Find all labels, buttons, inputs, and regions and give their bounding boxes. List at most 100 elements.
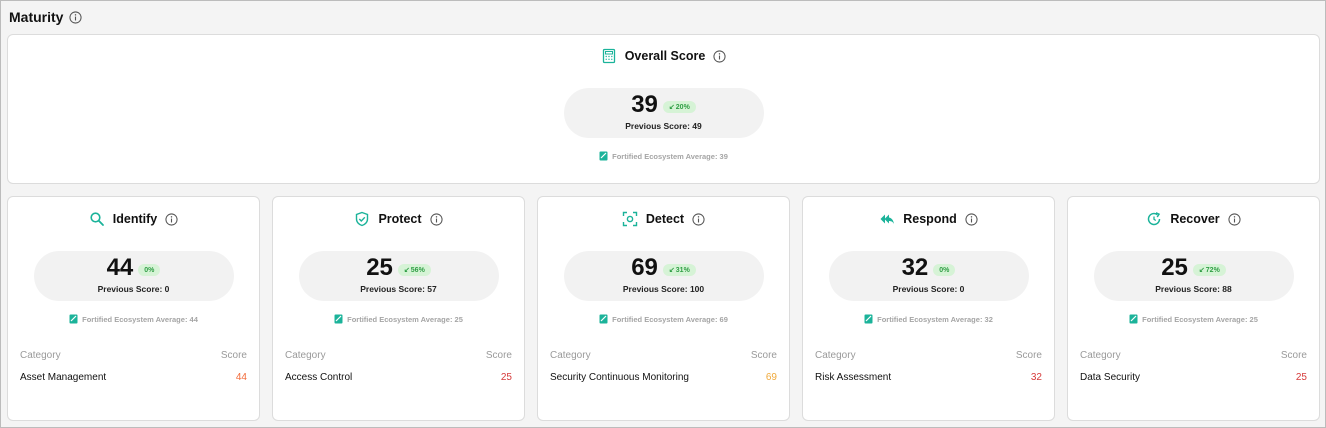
table-row[interactable]: Risk Assessment 32 <box>815 372 1042 383</box>
change-value: 72% <box>1205 266 1220 274</box>
search-icon <box>89 211 105 227</box>
change-value: 56% <box>410 266 425 274</box>
ecosystem-icon <box>1129 314 1138 324</box>
card-header: Identify <box>8 210 259 228</box>
ecosystem-average-label: Fortified Ecosystem Average: 39 <box>612 151 728 161</box>
category-column-header: Category <box>285 350 326 361</box>
shield-check-icon <box>354 211 370 227</box>
previous-score: Previous Score: 100 <box>622 284 705 294</box>
reply-all-icon <box>879 211 895 227</box>
table-header: Category Score <box>20 350 247 361</box>
change-badge: 0% <box>138 264 161 276</box>
arrow-down-left-icon: ↙ <box>1198 267 1205 274</box>
card-title: Respond <box>903 212 957 226</box>
category-name: Asset Management <box>20 372 107 383</box>
arrow-down-left-icon: ↙ <box>668 104 675 111</box>
ecosystem-average: Fortified Ecosystem Average: 25 <box>273 314 524 324</box>
category-score: 25 <box>1295 372 1307 383</box>
score-value: 69 <box>631 254 658 281</box>
change-badge: ↙ 20% <box>662 101 696 113</box>
card-title: Detect <box>645 212 685 226</box>
table-header: Category Score <box>1080 350 1307 361</box>
refresh-clock-icon <box>1146 211 1162 227</box>
previous-score: Previous Score: 57 <box>360 284 437 294</box>
category-name: Data Security <box>1080 372 1141 383</box>
overall-score-card: Overall Score 39 ↙ 20% Previous Score: 49… <box>7 34 1320 184</box>
table-row[interactable]: Access Control 25 <box>285 372 512 383</box>
score-column-header: Score <box>1280 350 1307 361</box>
info-icon[interactable] <box>692 212 705 226</box>
info-icon[interactable] <box>713 49 726 63</box>
card-header: Protect <box>273 210 524 228</box>
detect-card: Detect 69 ↙ 31% Previous Score: 100 Forti… <box>537 196 790 421</box>
score-value: 44 <box>106 254 134 281</box>
category-column-header: Category <box>815 350 856 361</box>
overall-score-pill: 39 ↙ 20% Previous Score: 49 <box>563 88 764 138</box>
ecosystem-average-label: Fortified Ecosystem Average: 32 <box>877 314 993 324</box>
category-score: 25 <box>500 372 512 383</box>
table-row[interactable]: Data Security 25 <box>1080 372 1307 383</box>
card-header: Detect <box>538 210 789 228</box>
ecosystem-average-label: Fortified Ecosystem Average: 69 <box>612 314 728 324</box>
ecosystem-icon <box>864 314 873 324</box>
category-score: 44 <box>235 372 247 383</box>
ecosystem-average: Fortified Ecosystem Average: 44 <box>8 314 259 324</box>
score-value: 32 <box>901 254 929 281</box>
maturity-panel: Maturity Overall Score 39 ↙ 20% Previous … <box>0 0 1326 428</box>
card-header: Recover <box>1068 210 1319 228</box>
table-row[interactable]: Asset Management 44 <box>20 372 247 383</box>
card-title: Recover <box>1170 212 1220 226</box>
score-column-header: Score <box>750 350 777 361</box>
change-value: 20% <box>675 103 690 111</box>
card-title: Protect <box>378 212 422 226</box>
previous-score: Previous Score: 0 <box>97 284 170 294</box>
info-icon[interactable] <box>429 212 443 226</box>
info-icon[interactable] <box>165 212 178 226</box>
ecosystem-average: Fortified Ecosystem Average: 25 <box>1068 314 1319 324</box>
score-pill: 44 0% Previous Score: 0 <box>33 251 234 301</box>
change-value: 0% <box>144 266 155 274</box>
change-badge: ↙ 56% <box>397 264 431 276</box>
change-badge: ↙ 31% <box>662 264 696 276</box>
category-name: Access Control <box>285 372 353 383</box>
page-title: Maturity <box>9 9 64 25</box>
respond-card: Respond 32 0% Previous Score: 0 Fortifie… <box>802 196 1055 421</box>
table-header: Category Score <box>285 350 512 361</box>
category-name: Risk Assessment <box>815 372 892 383</box>
table-header: Category Score <box>550 350 777 361</box>
category-column-header: Category <box>1080 350 1121 361</box>
arrow-down-left-icon: ↙ <box>403 267 410 274</box>
category-name: Security Continuous Monitoring <box>550 372 689 383</box>
overall-score-value: 39 <box>631 91 658 118</box>
scan-target-icon <box>622 211 638 227</box>
category-score: 69 <box>765 372 777 383</box>
score-column-header: Score <box>1015 350 1042 361</box>
score-pill: 69 ↙ 31% Previous Score: 100 <box>563 251 764 301</box>
overall-score-header: Overall Score <box>8 47 1319 65</box>
card-title: Identify <box>112 212 158 226</box>
change-badge: ↙ 72% <box>1192 264 1226 276</box>
ecosystem-icon <box>69 314 78 324</box>
ecosystem-average: Fortified Ecosystem Average: 39 <box>8 151 1319 161</box>
section-header: Maturity <box>9 7 83 27</box>
table-header: Category Score <box>815 350 1042 361</box>
ecosystem-icon <box>334 314 343 324</box>
score-value: 25 <box>1161 254 1188 281</box>
change-value: 31% <box>675 266 690 274</box>
info-icon[interactable] <box>69 10 83 24</box>
ecosystem-average: Fortified Ecosystem Average: 69 <box>538 314 789 324</box>
identify-card: Identify 44 0% Previous Score: 0 Fortifi… <box>7 196 260 421</box>
score-column-header: Score <box>220 350 247 361</box>
table-row[interactable]: Security Continuous Monitoring 69 <box>550 372 777 383</box>
category-column-header: Category <box>20 350 61 361</box>
info-icon[interactable] <box>965 212 978 226</box>
change-badge: 0% <box>933 264 956 276</box>
overall-score-title: Overall Score <box>624 49 706 63</box>
score-pill: 32 0% Previous Score: 0 <box>828 251 1029 301</box>
score-pill: 25 ↙ 56% Previous Score: 57 <box>298 251 499 301</box>
previous-score: Previous Score: 0 <box>892 284 965 294</box>
score-column-header: Score <box>485 350 512 361</box>
category-column-header: Category <box>550 350 591 361</box>
ecosystem-average-label: Fortified Ecosystem Average: 44 <box>82 314 198 324</box>
info-icon[interactable] <box>1228 212 1241 226</box>
